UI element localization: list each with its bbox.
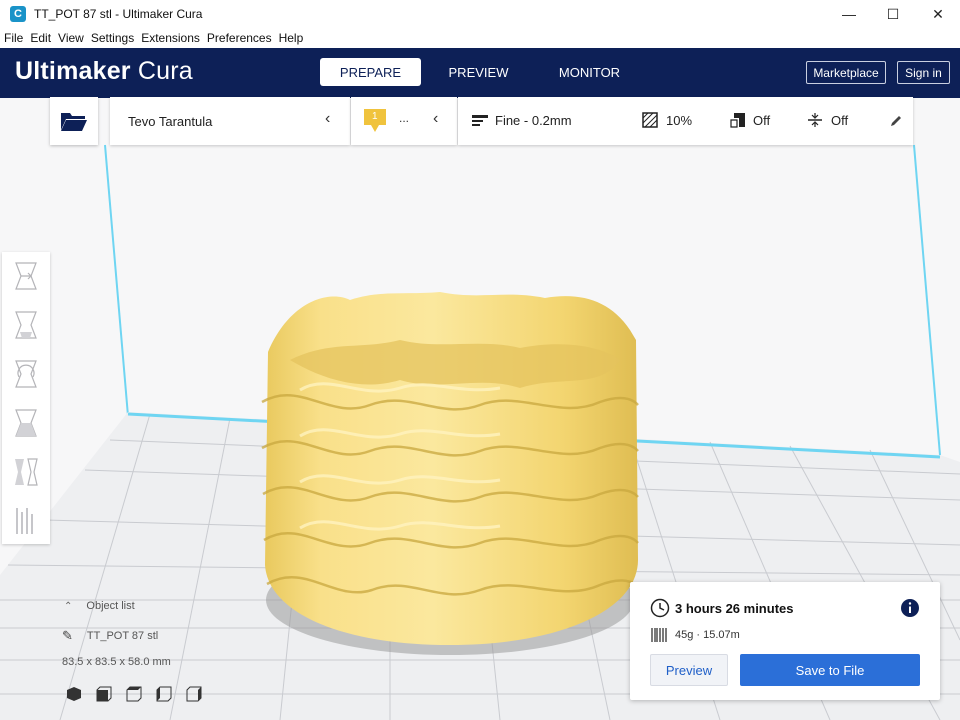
pencil-icon: ✎ <box>62 628 73 643</box>
chevron-left-icon: ‹ <box>433 110 439 127</box>
rotate-tool-button[interactable] <box>2 350 50 398</box>
marketplace-button[interactable]: Marketplace <box>806 61 886 84</box>
extruder-number: 1 <box>372 111 378 122</box>
object-item[interactable]: ✎ TT_POT 87 stl <box>62 628 158 644</box>
scale-tool-button[interactable] <box>2 301 50 349</box>
open-file-button[interactable] <box>50 97 98 145</box>
per-model-settings-button[interactable] <box>2 448 50 496</box>
object-dimensions: 83.5 x 83.5 x 58.0 mm <box>62 656 171 668</box>
menu-preferences[interactable]: Preferences <box>203 31 275 45</box>
printer-name: Tevo Tarantula <box>128 113 213 129</box>
menu-view[interactable]: View <box>54 31 87 45</box>
menu-extensions[interactable]: Extensions <box>137 31 203 45</box>
pencil-icon[interactable] <box>889 114 903 128</box>
menu-help[interactable]: Help <box>275 31 307 45</box>
app-header: Ultimaker Cura PREPARE PREVIEW MONITOR M… <box>0 48 960 98</box>
object-list-toggle[interactable]: ⌃ Object list <box>64 600 135 612</box>
build-volume-edge-right <box>913 144 941 456</box>
view-front-icon[interactable] <box>96 686 112 702</box>
cura-app-icon: C <box>10 6 26 22</box>
object-name: TT_POT 87 stl <box>86 630 159 642</box>
menu-file[interactable]: File <box>0 31 26 45</box>
view-right-icon[interactable] <box>186 686 202 702</box>
object-list-panel: ⌃ Object list ✎ TT_POT 87 stl 83.5 x 83.… <box>58 598 238 708</box>
adhesion-value: Off <box>831 113 849 128</box>
move-tool-button[interactable] <box>2 252 50 300</box>
view-orientation-buttons <box>66 686 202 702</box>
info-icon[interactable] <box>900 598 920 618</box>
chevron-up-icon: ⌃ <box>64 600 73 612</box>
tool-bar <box>2 252 50 544</box>
preview-button[interactable]: Preview <box>650 654 728 686</box>
profile-name: Fine - 0.2mm <box>495 113 572 128</box>
window-title-bar: C TT_POT 87 stl - Ultimaker Cura — ☐ ✕ <box>0 0 960 28</box>
tab-prepare[interactable]: PREPARE <box>320 58 421 86</box>
infill-icon <box>642 112 658 128</box>
scale-tool-icon <box>15 311 37 339</box>
menu-bar: File Edit View Settings Extensions Prefe… <box>0 28 960 48</box>
window-title: TT_POT 87 stl - Ultimaker Cura <box>34 7 203 21</box>
tab-monitor[interactable]: MONITOR <box>539 58 640 86</box>
material-estimate: 45g · 15.07m <box>675 629 740 641</box>
menu-edit[interactable]: Edit <box>26 31 54 45</box>
infill-value: 10% <box>666 113 693 128</box>
view-3d-icon[interactable] <box>66 686 82 702</box>
pot-inner-rim <box>290 340 620 388</box>
print-time: 3 hours 26 minutes <box>675 601 794 616</box>
save-to-file-button[interactable]: Save to File <box>740 654 920 686</box>
build-volume-edge-left <box>104 144 129 417</box>
brand-logo: Ultimaker Cura <box>15 57 193 85</box>
support-icon <box>730 113 745 128</box>
filament-spool-icon <box>651 628 667 642</box>
close-button[interactable]: ✕ <box>915 0 960 28</box>
view-left-icon[interactable] <box>156 686 172 702</box>
maximize-button[interactable]: ☐ <box>870 0 916 28</box>
sign-in-button[interactable]: Sign in <box>897 61 950 84</box>
tab-preview[interactable]: PREVIEW <box>428 58 529 86</box>
move-tool-icon <box>15 262 37 290</box>
support-blocker-button[interactable] <box>2 497 50 545</box>
printer-selector[interactable]: Tevo Tarantula ‹ <box>110 97 350 145</box>
support-value: Off <box>753 113 771 128</box>
clock-icon <box>650 598 670 618</box>
folder-icon <box>61 113 87 131</box>
per-model-settings-icon <box>15 458 38 486</box>
print-action-panel: 3 hours 26 minutes 45g · 15.07m Preview … <box>630 582 940 700</box>
support-blocker-icon <box>16 508 33 534</box>
mirror-tool-button[interactable] <box>2 399 50 447</box>
adhesion-icon <box>808 113 822 127</box>
object-list-header: Object list <box>86 600 135 612</box>
print-settings-selector[interactable]: Fine - 0.2mm 10% Off Off <box>458 97 913 145</box>
extruder-selector[interactable]: 1 ... ‹ <box>351 97 457 145</box>
menu-settings[interactable]: Settings <box>87 31 137 45</box>
rotate-tool-icon <box>15 360 37 388</box>
minimize-button[interactable]: — <box>826 0 872 28</box>
chevron-left-icon: ‹ <box>325 110 331 127</box>
mirror-tool-icon <box>15 409 37 437</box>
profile-layers-icon <box>472 115 488 126</box>
view-top-icon[interactable] <box>126 686 142 702</box>
material-name: ... <box>399 111 410 125</box>
